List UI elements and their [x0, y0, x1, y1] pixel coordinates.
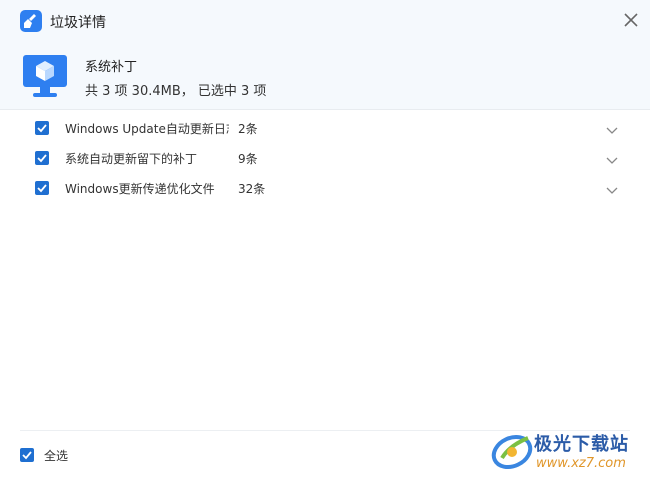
list-item[interactable]: Windows Update自动更新日志 2条 [0, 113, 650, 143]
select-all-label[interactable]: 全选 [44, 447, 68, 464]
item-count: 9条 [238, 152, 258, 166]
watermark-url: www.xz7.com [536, 456, 626, 471]
item-count: 2条 [238, 122, 258, 136]
list-item[interactable]: Windows更新传递优化文件 32条 [0, 173, 650, 203]
watermark: 极光下载站 www.xz7.com [488, 426, 648, 478]
item-checkbox[interactable] [35, 121, 49, 135]
select-all-checkbox[interactable] [20, 448, 34, 462]
watermark-logo-icon [491, 434, 533, 470]
title-bar: 垃圾详情 [0, 0, 650, 40]
broom-icon [20, 10, 42, 32]
item-name: Windows更新传递优化文件 [65, 182, 215, 196]
category-summary: 共 3 项 30.4MB， 已选中 3 项 [85, 84, 267, 99]
item-checkbox[interactable] [35, 151, 49, 165]
item-checkbox[interactable] [35, 181, 49, 195]
chevron-down-icon[interactable] [605, 182, 619, 194]
monitor-cube-icon [20, 51, 70, 101]
close-icon[interactable] [620, 9, 642, 31]
category-header: 系统补丁 共 3 项 30.4MB， 已选中 3 项 [0, 40, 650, 110]
window-title: 垃圾详情 [50, 15, 106, 31]
item-list: Windows Update自动更新日志 2条 系统自动更新留下的补丁 9条 W… [0, 113, 650, 203]
category-title: 系统补丁 [85, 60, 138, 75]
item-name: Windows Update自动更新日志 [65, 122, 229, 136]
chevron-down-icon[interactable] [605, 152, 619, 164]
item-name: 系统自动更新留下的补丁 [65, 152, 198, 166]
chevron-down-icon[interactable] [605, 122, 619, 134]
watermark-brand: 极光下载站 [534, 434, 629, 455]
list-item[interactable]: 系统自动更新留下的补丁 9条 [0, 143, 650, 173]
item-count: 32条 [238, 182, 266, 196]
